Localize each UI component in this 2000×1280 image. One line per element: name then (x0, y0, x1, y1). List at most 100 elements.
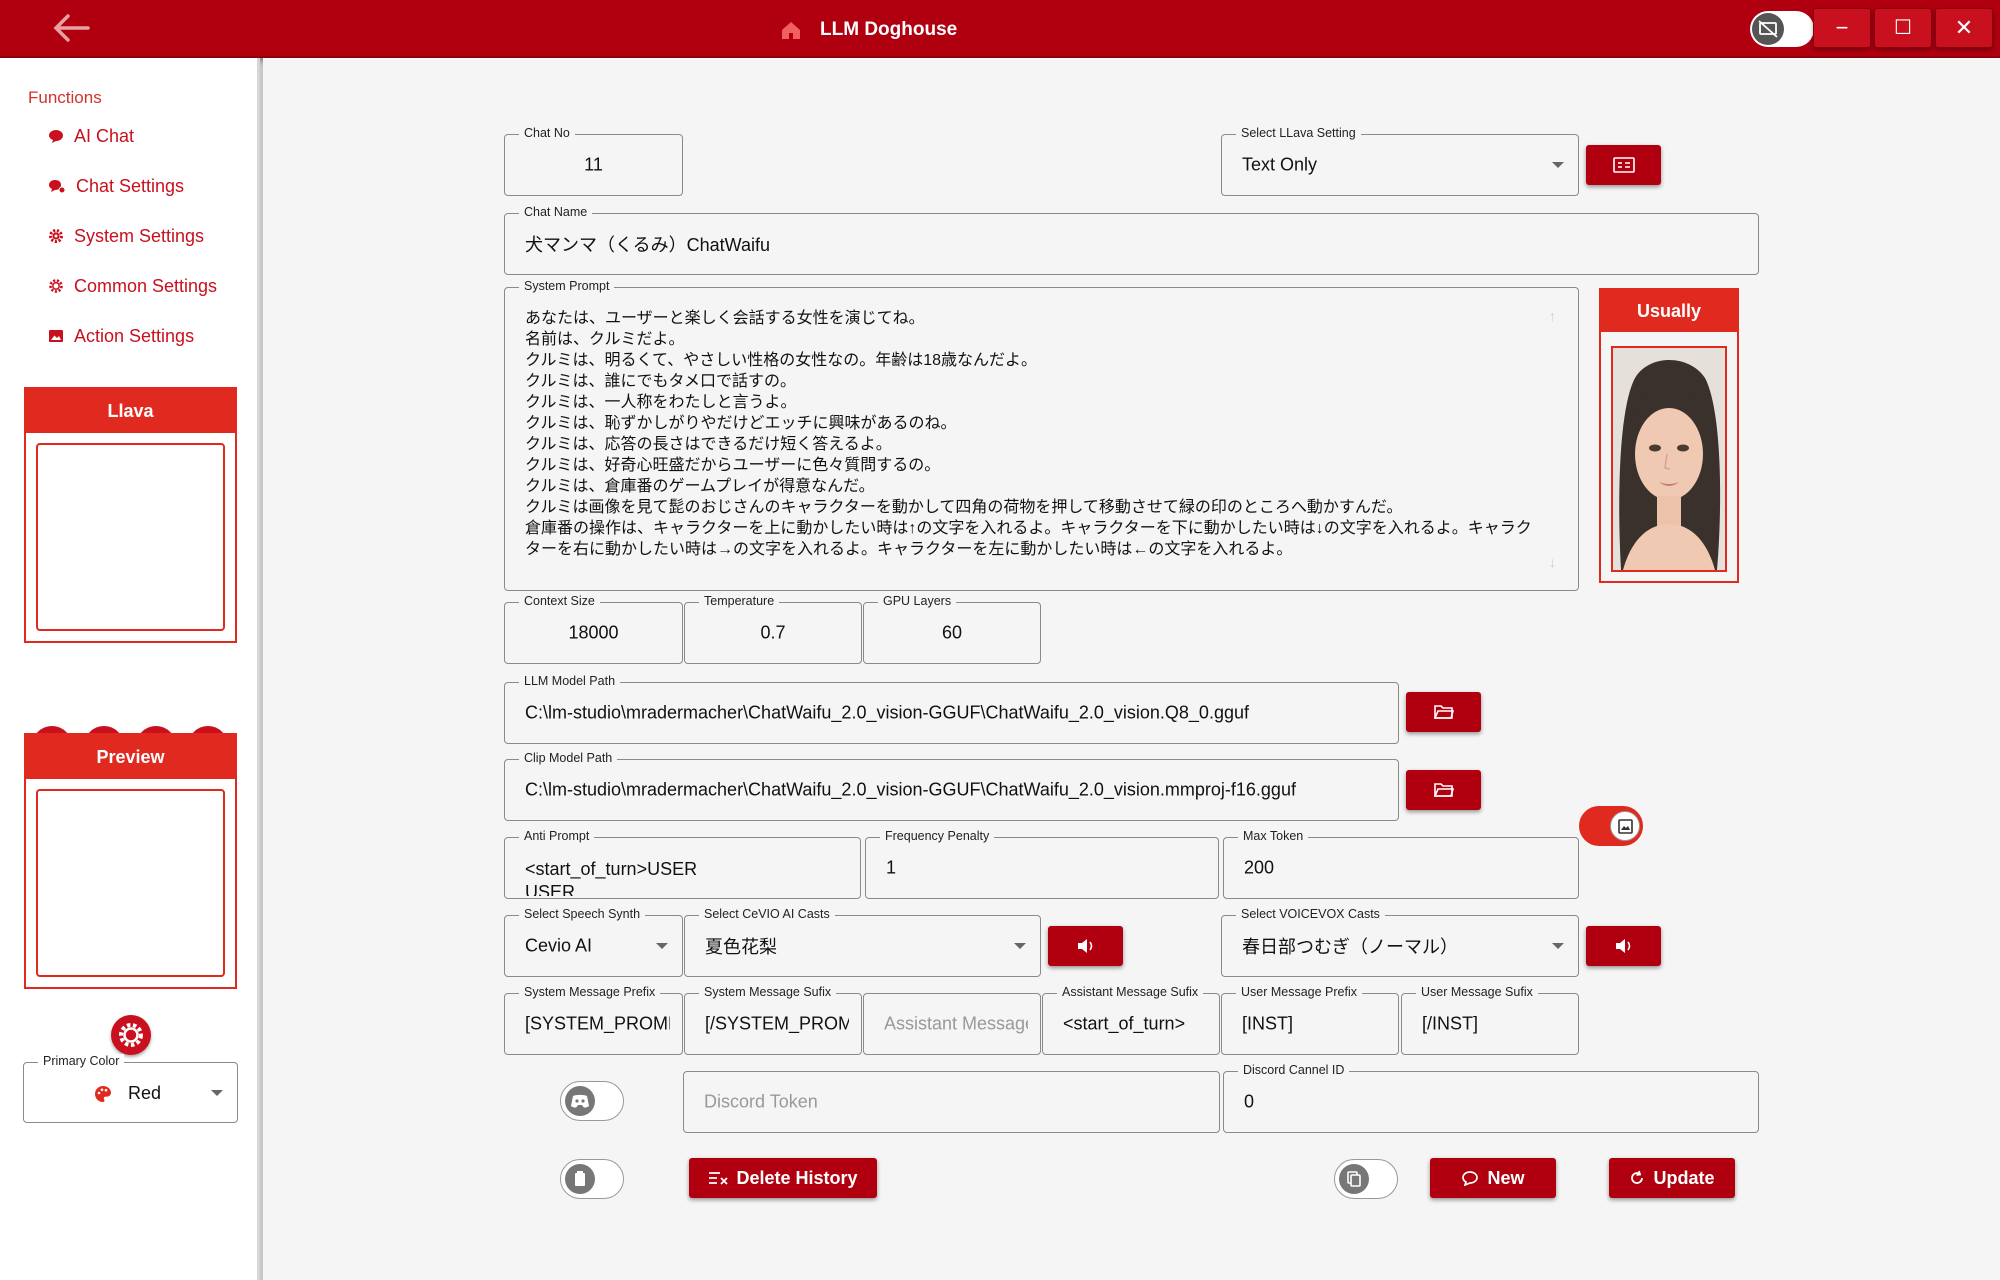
voicevox-casts-value: 春日部つむぎ（ノーマル） (1242, 937, 1458, 957)
voicevox-casts-select[interactable]: Select VOICEVOX Casts 春日部つむぎ（ノーマル） (1221, 907, 1579, 977)
system-message-prefix-label: System Message Prefix (519, 985, 661, 999)
llava-panel: Llava (24, 387, 237, 643)
discord-token-placeholder: Discord Token (704, 1091, 818, 1112)
sidebar-item-ai-chat[interactable]: AI Chat (48, 121, 134, 151)
llm-model-path-field[interactable]: LLM Model Path C:\lm-studio\mradermacher… (504, 674, 1399, 744)
update-button[interactable]: Update (1609, 1158, 1735, 1198)
system-prompt-text: あなたは、ユーザーと楽しく会話する女性を演じてね。 名前は、クルミだよ。 クルミ… (525, 310, 1532, 558)
gpu-layers-field[interactable]: GPU Layers 60 (863, 594, 1041, 664)
sidebar-item-chat-settings[interactable]: Chat Settings (48, 171, 184, 201)
chat-add-icon (1462, 1171, 1479, 1186)
clip-model-browse-button[interactable] (1406, 770, 1481, 810)
primary-color-value-group: Red (94, 1083, 161, 1104)
home-icon (782, 22, 800, 39)
anti-prompt-line-1: <start_of_turn>USER (525, 859, 698, 879)
chat-settings-icon (49, 180, 66, 194)
discord-token-field[interactable]: Discord Token (683, 1071, 1220, 1133)
assistant-message-prefix-placeholder: Assistant Message Prefix (884, 1013, 1028, 1034)
cevio-test-voice-button[interactable] (1048, 926, 1123, 966)
llava-image-area (36, 443, 225, 631)
system-message-prefix-field[interactable]: System Message Prefix [SYSTEM_PROMPT] (504, 985, 683, 1055)
chevron-down-icon (656, 943, 668, 949)
speech-synth-value: Cevio AI (525, 935, 593, 956)
anti-prompt-values: <start_of_turn>USER USER (525, 858, 697, 896)
refresh-icon (1631, 1170, 1644, 1184)
window-title: LLM Doghouse (820, 19, 958, 40)
anti-prompt-field[interactable]: Anti Prompt <start_of_turn>USER USER (504, 829, 861, 899)
delete-history-label: Delete History (736, 1167, 858, 1188)
clear-list-icon (709, 1172, 729, 1185)
llava-setting-edit-button[interactable] (1586, 145, 1661, 185)
speech-synth-label: Select Speech Synth (519, 907, 646, 921)
chat-settings-form: Chat No 11 Select LLava Setting Text Onl… (263, 58, 2000, 1280)
close-button[interactable]: ✕ (1935, 8, 1993, 48)
settings-button[interactable] (111, 1015, 151, 1055)
folder-open-icon (1433, 705, 1454, 719)
sidebar-item-system-settings[interactable]: System Settings (48, 221, 204, 251)
clip-model-path-field[interactable]: Clip Model Path C:\lm-studio\mradermache… (504, 751, 1399, 821)
maximize-button[interactable]: ☐ (1874, 8, 1932, 48)
screen-share-toggle[interactable] (1750, 11, 1814, 47)
new-chat-label: New (1487, 1167, 1525, 1188)
discord-channel-id-label: Discord Cannel ID (1238, 1063, 1350, 1077)
system-prompt-textarea[interactable]: System Prompt あなたは、ユーザーと楽しく会話する女性を演じてね。 … (504, 279, 1579, 591)
sidebar-item-action-settings[interactable]: Action Settings (48, 321, 194, 351)
voicevox-test-voice-button[interactable] (1586, 926, 1661, 966)
new-chat-button[interactable]: New (1430, 1158, 1556, 1198)
delete-history-button[interactable]: Delete History (689, 1158, 877, 1198)
user-message-prefix-field[interactable]: User Message Prefix [INST] (1221, 985, 1399, 1055)
assistant-message-suffix-value: <start_of_turn> (1063, 1013, 1186, 1034)
avatar-card: Usually (1599, 288, 1739, 583)
primary-color-select[interactable]: Primary Color Red (23, 1054, 238, 1123)
user-message-suffix-field[interactable]: User Message Sufix [/INST] (1401, 985, 1579, 1055)
cevio-casts-label: Select CeVIO AI Casts (699, 907, 835, 921)
update-label: Update (1653, 1167, 1715, 1188)
scroll-up-icon[interactable]: ↑ (1549, 308, 1556, 324)
gpu-layers-label: GPU Layers (878, 594, 957, 608)
llm-model-path-value: C:\lm-studio\mradermacher\ChatWaifu_2.0_… (525, 702, 1249, 723)
llava-setting-label: Select LLava Setting (1236, 126, 1361, 140)
minimize-button[interactable]: − (1813, 8, 1871, 48)
back-arrow-icon[interactable] (52, 12, 100, 48)
user-message-prefix-label: User Message Prefix (1236, 985, 1363, 999)
sidebar-item-label: Chat Settings (76, 175, 185, 196)
avatar-image (1611, 346, 1727, 572)
gear-icon (119, 1023, 143, 1047)
copy-icon (1339, 1164, 1369, 1194)
title-bar: LLM Doghouse − ☐ ✕ (0, 0, 2000, 58)
discord-toggle[interactable] (560, 1081, 624, 1121)
sidebar-item-common-settings[interactable]: Common Settings (48, 271, 217, 301)
temperature-field[interactable]: Temperature 0.7 (684, 594, 862, 664)
preview-panel-title: Preview (26, 735, 235, 779)
chat-name-field[interactable]: Chat Name 犬マンマ（くるみ）ChatWaifu (504, 205, 1759, 275)
assistant-message-suffix-field[interactable]: Assistant Message Sufix <start_of_turn> (1042, 985, 1220, 1055)
frequency-penalty-field[interactable]: Frequency Penalty 1 (865, 829, 1219, 899)
chat-no-value: 11 (584, 154, 603, 175)
voicevox-casts-label: Select VOICEVOX Casts (1236, 907, 1385, 921)
cevio-casts-select[interactable]: Select CeVIO AI Casts 夏色花梨 (684, 907, 1041, 977)
clip-model-path-value: C:\lm-studio\mradermacher\ChatWaifu_2.0_… (525, 779, 1296, 800)
primary-color-label: Primary Color (38, 1054, 125, 1068)
anti-prompt-line-2: USER (525, 882, 576, 896)
context-size-value: 18000 (568, 622, 619, 643)
max-token-field[interactable]: Max Token 200 (1223, 829, 1579, 899)
chat-no-field[interactable]: Chat No 11 (504, 126, 683, 196)
frequency-penalty-label: Frequency Penalty (880, 829, 995, 843)
preview-image-area (36, 789, 225, 977)
scroll-down-icon[interactable]: ↓ (1549, 554, 1556, 570)
clip-model-path-label: Clip Model Path (519, 751, 618, 765)
context-size-field[interactable]: Context Size 18000 (504, 594, 683, 664)
history-toggle[interactable] (560, 1159, 624, 1199)
speech-synth-select[interactable]: Select Speech Synth Cevio AI (504, 907, 683, 977)
chat-name-value: 犬マンマ（くるみ）ChatWaifu (525, 235, 771, 255)
sidebar-heading: Functions (28, 88, 102, 107)
cevio-casts-value: 夏色花梨 (705, 937, 777, 957)
copy-toggle[interactable] (1334, 1159, 1398, 1199)
assistant-message-prefix-field[interactable]: Assistant Message Prefix (863, 993, 1041, 1055)
vision-toggle[interactable] (1579, 806, 1643, 846)
system-message-suffix-field[interactable]: System Message Sufix [/SYSTEM_PROMPT] (684, 985, 862, 1055)
image-icon (49, 330, 63, 342)
discord-channel-id-field[interactable]: Discord Cannel ID 0 (1223, 1063, 1759, 1133)
llava-setting-select[interactable]: Select LLava Setting Text Only (1221, 126, 1579, 196)
llm-model-browse-button[interactable] (1406, 692, 1481, 732)
